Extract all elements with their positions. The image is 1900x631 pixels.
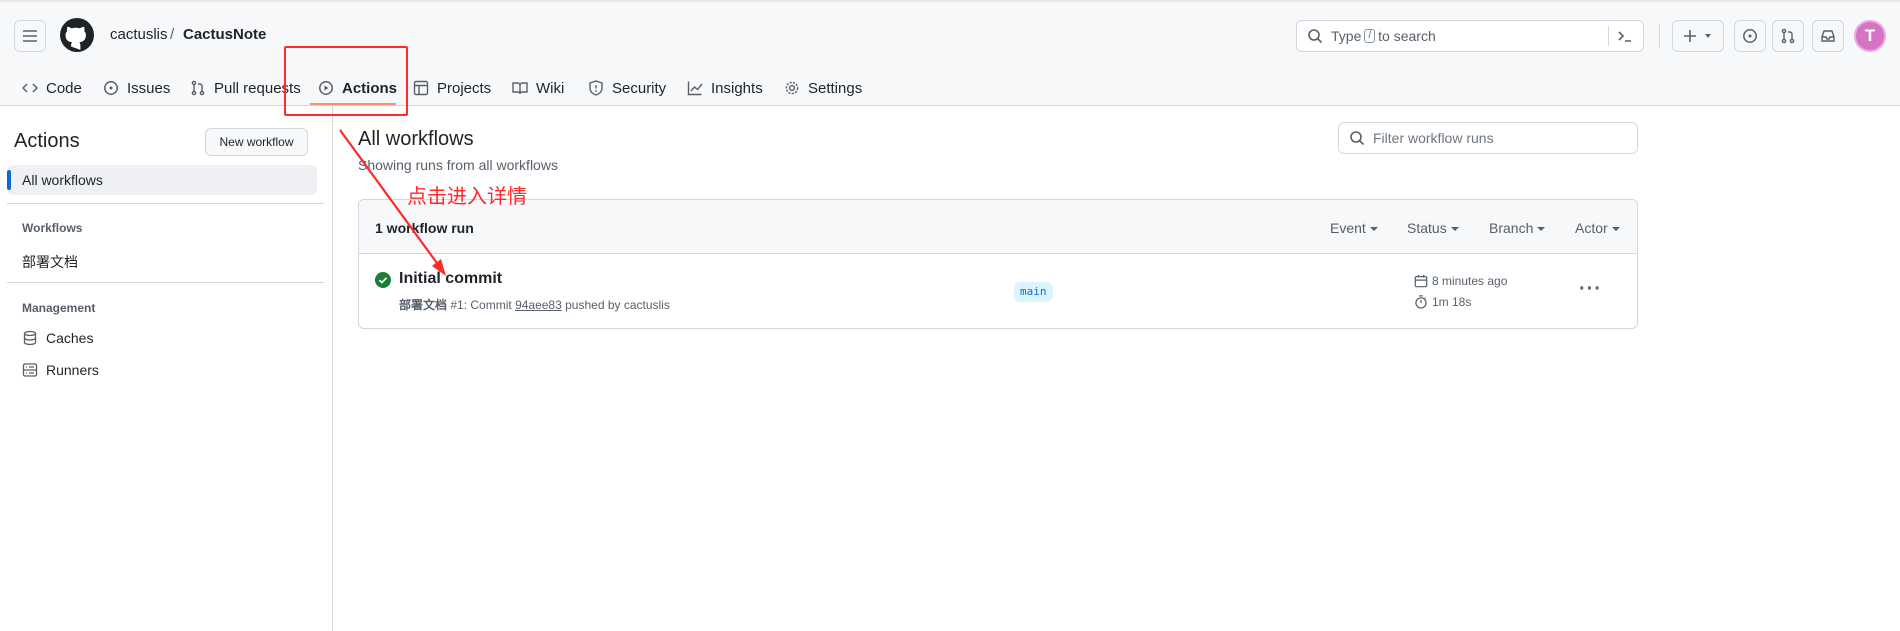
avatar[interactable]: T xyxy=(1854,20,1886,52)
database-icon xyxy=(23,330,37,346)
pull-request-icon xyxy=(191,80,205,96)
search-icon xyxy=(1350,131,1365,146)
actor-filter-dropdown[interactable]: Actor xyxy=(1575,220,1620,236)
graph-icon xyxy=(687,81,703,96)
pull-requests-button[interactable] xyxy=(1772,20,1804,52)
run-count: 1 workflow run xyxy=(375,220,474,236)
run-meta: 部署文档 #1: Commit 94aee83 pushed by cactus… xyxy=(399,296,670,313)
sidebar-item-label: Caches xyxy=(46,330,94,346)
run-number: #1: Commit xyxy=(450,298,512,312)
inbox-icon xyxy=(1821,30,1835,42)
tab-label: Insights xyxy=(711,79,763,97)
tab-issues[interactable]: Issues xyxy=(103,74,170,102)
time-ago-text: 8 minutes ago xyxy=(1432,274,1508,288)
tab-label: Wiki xyxy=(536,79,565,97)
run-duration: 1m 18s xyxy=(1414,295,1471,309)
search-shortcut-key: / xyxy=(1364,29,1376,43)
tab-wiki[interactable]: Wiki xyxy=(512,74,564,102)
sidebar-item-label: All workflows xyxy=(22,172,103,188)
check-circle-icon xyxy=(375,272,391,288)
divider xyxy=(7,203,324,204)
github-logo-icon[interactable] xyxy=(60,18,94,52)
hamburger-icon xyxy=(23,30,37,42)
annotation-text: 点击进入详情 xyxy=(407,186,527,208)
stopwatch-icon xyxy=(1415,295,1427,309)
table-header: 1 workflow run Event Status Branch Actor xyxy=(359,200,1637,254)
sidebar-title: Actions xyxy=(14,130,80,152)
status-filter-dropdown[interactable]: Status xyxy=(1407,220,1459,236)
event-filter-dropdown[interactable]: Event xyxy=(1330,220,1378,236)
breadcrumb-separator: / xyxy=(170,26,175,43)
search-prefix: Type xyxy=(1331,28,1362,44)
management-heading: Management xyxy=(22,301,96,315)
run-workflow-name: 部署文档 xyxy=(399,298,448,312)
search-icon xyxy=(1308,29,1323,44)
gear-icon xyxy=(785,81,799,95)
code-icon xyxy=(22,83,38,93)
server-icon xyxy=(22,363,38,377)
issue-icon xyxy=(104,81,118,95)
table-icon xyxy=(413,80,429,96)
calendar-icon xyxy=(1414,274,1428,288)
issues-button[interactable] xyxy=(1734,20,1766,52)
shield-icon xyxy=(589,80,603,96)
tab-label: Security xyxy=(612,79,667,97)
search-suffix: to search xyxy=(1378,28,1436,44)
tab-security[interactable]: Security xyxy=(588,74,666,102)
book-icon xyxy=(512,82,528,95)
duration-text: 1m 18s xyxy=(1432,295,1472,309)
sidebar-item-label: Runners xyxy=(46,362,99,378)
divider xyxy=(7,282,324,283)
actions-sidebar: Actions New workflow All workflows Workf… xyxy=(0,106,333,631)
filter-workflow-runs-input[interactable]: Filter workflow runs xyxy=(1338,122,1638,154)
triangle-down-icon xyxy=(1705,34,1711,38)
page-title: All workflows xyxy=(358,128,474,150)
divider xyxy=(1659,24,1660,48)
page-subtitle: Showing runs from all workflows xyxy=(358,157,558,173)
issue-icon xyxy=(1743,29,1757,43)
sidebar-item-workflow[interactable]: 部署文档 xyxy=(22,252,78,272)
tab-label: Issues xyxy=(127,79,171,97)
repo-owner-link[interactable]: cactuslis xyxy=(110,26,168,43)
search-input[interactable]: Type / to search xyxy=(1296,20,1644,52)
tab-label: Settings xyxy=(808,79,863,97)
tab-insights[interactable]: Insights xyxy=(687,74,763,102)
tab-projects[interactable]: Projects xyxy=(413,74,491,102)
command-palette-icon[interactable] xyxy=(1617,28,1633,44)
branch-filter-dropdown[interactable]: Branch xyxy=(1489,220,1545,236)
workflow-runs-table: 1 workflow run Event Status Branch Actor… xyxy=(358,199,1638,329)
run-pushed-by: pushed by cactuslis xyxy=(565,298,670,312)
sidebar-item-caches[interactable]: Caches xyxy=(22,330,93,346)
active-indicator xyxy=(7,170,11,190)
annotation-highlight-box xyxy=(284,46,408,116)
inbox-button[interactable] xyxy=(1812,20,1844,52)
tab-code[interactable]: Code xyxy=(22,74,82,102)
workflows-heading: Workflows xyxy=(22,221,83,235)
sidebar-item-all-workflows[interactable]: All workflows xyxy=(7,165,317,195)
run-title-link[interactable]: Initial commit xyxy=(399,270,502,288)
sidebar-item-runners[interactable]: Runners xyxy=(22,362,99,378)
new-workflow-button[interactable]: New workflow xyxy=(205,128,308,156)
tab-label: Code xyxy=(46,79,82,97)
tab-settings[interactable]: Settings xyxy=(784,74,862,102)
commit-sha-link[interactable]: 94aee83 xyxy=(515,298,562,312)
tab-label: Projects xyxy=(437,79,492,97)
branch-badge[interactable]: main xyxy=(1014,282,1053,302)
create-new-button[interactable] xyxy=(1672,20,1724,52)
menu-button[interactable] xyxy=(14,20,46,52)
pull-request-icon xyxy=(1781,28,1795,44)
kebab-menu-icon[interactable]: ··· xyxy=(1579,278,1602,301)
table-row[interactable]: Initial commit 部署文档 #1: Commit 94aee83 p… xyxy=(359,254,1637,328)
repo-name-link[interactable]: CactusNote xyxy=(183,26,266,43)
run-time-ago: 8 minutes ago xyxy=(1414,274,1507,288)
filter-placeholder: Filter workflow runs xyxy=(1373,130,1494,146)
plus-icon xyxy=(1684,30,1696,42)
